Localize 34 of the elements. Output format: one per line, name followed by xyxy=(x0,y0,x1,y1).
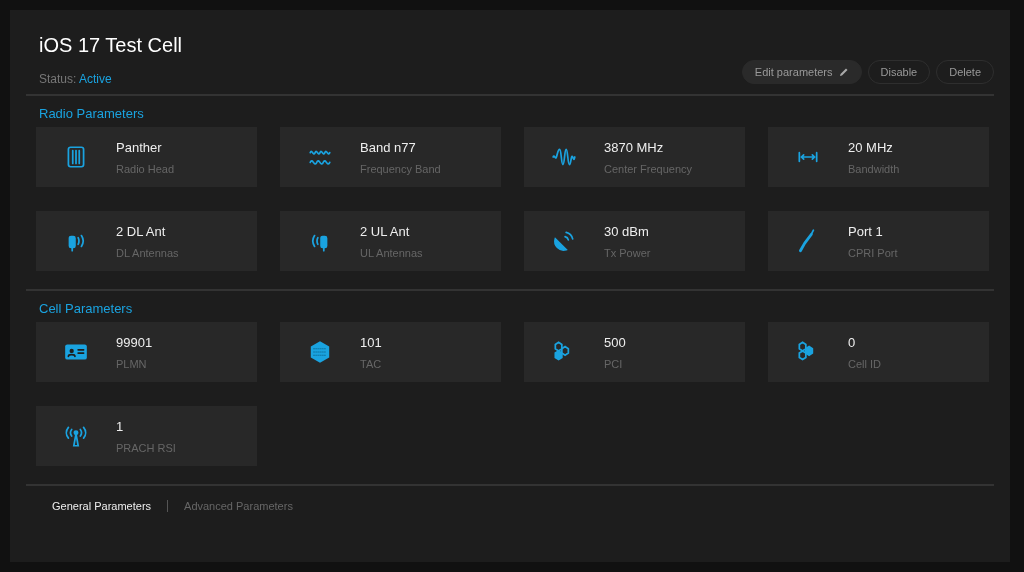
parameter-value: 500 xyxy=(604,334,626,350)
parameter-label: Radio Head xyxy=(116,162,175,175)
pencil-icon xyxy=(838,67,849,77)
page-title: iOS 17 Test Cell xyxy=(39,34,183,57)
parameter-label: Bandwidth xyxy=(848,162,900,175)
edit-button[interactable]: Edit parameters xyxy=(741,60,862,84)
parameter-value: 20 MHz xyxy=(848,139,894,155)
parameter-label: PRACH RSI xyxy=(116,441,176,454)
parameter-value: 101 xyxy=(360,334,382,350)
parameter-label: TAC xyxy=(360,357,382,370)
parameter-value: 3870 MHz xyxy=(604,139,665,155)
parameter-label: Cell ID xyxy=(848,357,881,370)
parameter-value: Band n77 xyxy=(360,139,417,155)
parameter-value: Panther xyxy=(116,139,163,155)
parameter-label: PLMN xyxy=(116,357,148,370)
section-title: Cell Parameters xyxy=(38,300,134,318)
parameter-label: DL Antennas xyxy=(116,246,179,259)
section-title: Radio Parameters xyxy=(38,105,145,123)
parameter-value: Port 1 xyxy=(848,223,884,239)
parameter-label: PCI xyxy=(604,357,624,370)
parameter-label: Frequency Band xyxy=(360,162,441,175)
parameter-label: CPRI Port xyxy=(848,246,898,259)
parameter-label: UL Antennas xyxy=(360,246,423,259)
parameter-label: Center Frequency xyxy=(604,162,693,175)
parameter-value: 99901 xyxy=(116,334,153,350)
parameter-value: 30 dBm xyxy=(604,223,650,239)
parameter-value: 2 DL Ant xyxy=(116,223,167,239)
tab[interactable]: General Parameters xyxy=(52,500,152,512)
tower-icon xyxy=(63,423,89,449)
parameter-value: 0 xyxy=(848,334,857,350)
status-text: Status: Active xyxy=(39,72,113,86)
parameter-value: 1 xyxy=(116,418,125,434)
parameter-label: Tx Power xyxy=(604,246,651,259)
parameter-value: 2 UL Ant xyxy=(360,223,411,239)
